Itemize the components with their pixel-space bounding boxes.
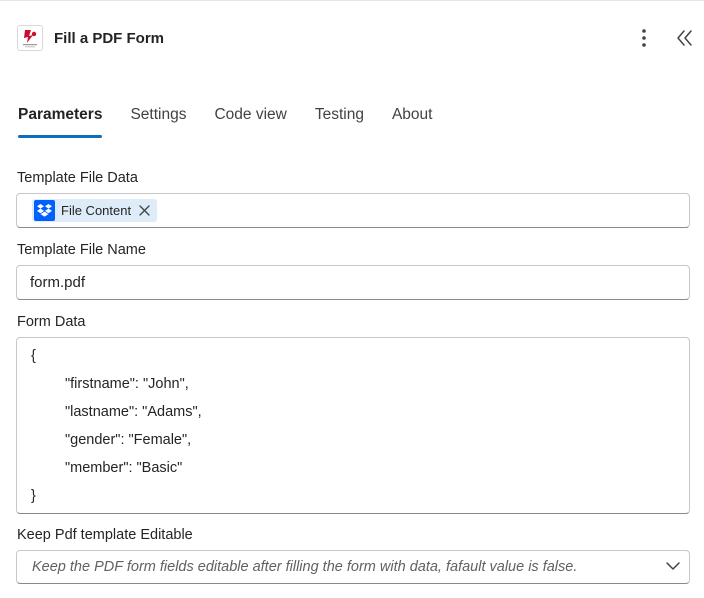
template-file-name-label: Template File Name xyxy=(17,242,146,258)
keep-editable-placeholder: Keep the PDF form fields editable after … xyxy=(32,559,578,575)
template-file-name-input[interactable]: form.pdf xyxy=(16,265,690,300)
tab-settings[interactable]: Settings xyxy=(130,100,186,138)
code-line: "gender": "Female", xyxy=(65,432,192,448)
dropbox-icon xyxy=(34,200,55,221)
code-line: "member": "Basic" xyxy=(65,460,183,476)
form-data-input[interactable]: { "firstname": "John", "lastname": "Adam… xyxy=(16,337,690,514)
code-line: } xyxy=(31,488,36,504)
tab-parameters[interactable]: Parameters xyxy=(18,100,103,138)
more-vertical-icon xyxy=(642,29,646,47)
template-file-data-label: Template File Data xyxy=(17,170,138,186)
keep-editable-dropdown[interactable]: Keep the PDF form fields editable after … xyxy=(16,550,690,584)
close-icon[interactable] xyxy=(139,205,150,216)
more-options-button[interactable] xyxy=(634,27,654,49)
tab-about[interactable]: About xyxy=(392,100,433,138)
template-file-data-input[interactable]: File Content xyxy=(16,193,690,228)
template-file-name-value: form.pdf xyxy=(30,274,86,291)
page-title: Fill a PDF Form xyxy=(54,30,165,47)
form-data-label: Form Data xyxy=(17,314,86,330)
panel-header: Fill a PDF Form xyxy=(0,0,704,78)
code-line: "firstname": "John", xyxy=(65,376,189,392)
pdf-form-logo-icon xyxy=(17,25,43,51)
collapse-panel-button[interactable] xyxy=(674,27,696,49)
keep-editable-label: Keep Pdf template Editable xyxy=(17,527,193,543)
tab-code-view[interactable]: Code view xyxy=(214,100,286,138)
chevron-down-icon xyxy=(666,562,680,570)
token-label: File Content xyxy=(61,203,132,218)
code-line: "lastname": "Adams", xyxy=(65,404,202,420)
code-line: { xyxy=(31,348,36,364)
chevron-double-left-icon xyxy=(677,30,692,46)
tab-bar: Parameters Settings Code view Testing Ab… xyxy=(18,100,460,140)
file-content-token[interactable]: File Content xyxy=(32,199,158,222)
tab-testing[interactable]: Testing xyxy=(315,100,364,138)
